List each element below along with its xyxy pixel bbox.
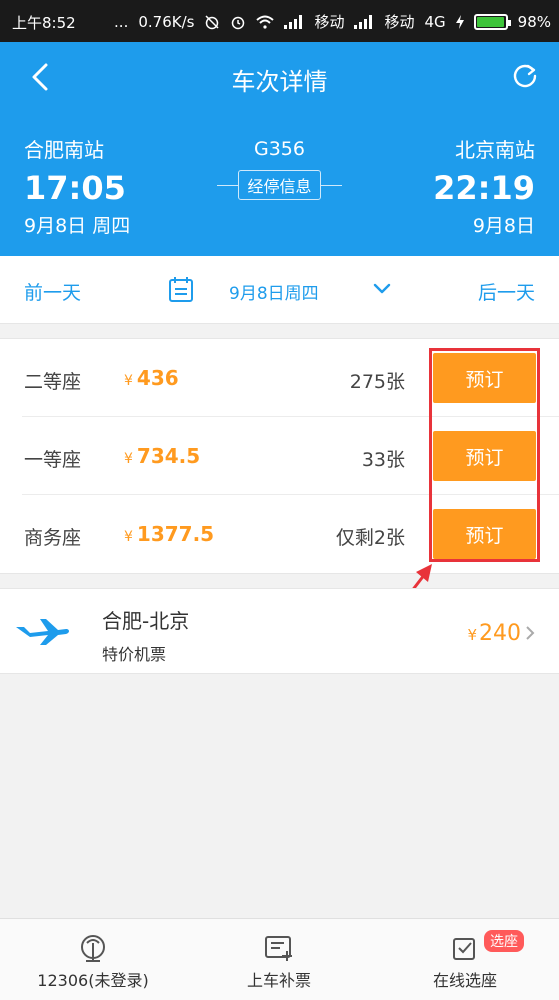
page-title: 车次详情 <box>231 68 328 96</box>
refresh-icon[interactable] <box>511 62 539 90</box>
railway-logo-icon <box>81 935 105 962</box>
currency-symbol: ¥ <box>124 529 133 545</box>
stop-line-left <box>217 184 240 186</box>
battery-percent: 98% <box>517 12 551 31</box>
status-bar: 上午8:52 ... 0.76K/s 移动 移动 4G 98% <box>0 0 559 42</box>
seat-price-value: 734.5 <box>136 444 201 468</box>
seat-count: 33张 <box>361 449 405 471</box>
wifi-icon <box>256 15 275 29</box>
chevron-down-icon[interactable] <box>373 283 391 295</box>
current-date[interactable]: 9月8日周四 <box>229 279 319 304</box>
chevron-right-icon <box>526 626 535 640</box>
flight-price: ¥240 <box>467 621 521 646</box>
date-selector: 前一天 9月8日周四 后一天 <box>0 256 559 324</box>
arrival-block: 北京南站 22:19 9月8日 <box>433 134 535 238</box>
flight-promo[interactable]: 合肥-北京 特价机票 ¥240 <box>0 588 559 674</box>
seat-price-value: 436 <box>136 366 179 390</box>
carrier-2: 移动 <box>384 13 415 31</box>
flight-route: 合肥-北京 <box>102 609 190 633</box>
ticket-add-icon <box>265 936 292 961</box>
status-time: 上午8:52 <box>12 14 76 32</box>
calendar-icon[interactable] <box>168 275 194 303</box>
arrive-date: 9月8日 <box>472 215 535 237</box>
net-speed: 0.76K/s <box>138 12 195 31</box>
status-dots: ... <box>114 12 129 31</box>
flight-subtitle: 特价机票 <box>102 645 167 664</box>
depart-date: 9月8日 周四 <box>24 215 131 237</box>
train-header: 车次详情 合肥南站 17:05 9月8日 周四 G356 经停信息 北京南站 2… <box>0 42 559 256</box>
tab-online-seat[interactable]: 在线选座 <box>372 919 558 1000</box>
airplane-icon <box>16 619 69 645</box>
alarm-off-icon <box>205 14 219 29</box>
currency-symbol: ¥ <box>467 626 477 644</box>
signal-icon-2 <box>354 14 373 29</box>
stop-info-button[interactable]: 经停信息 <box>238 170 321 200</box>
seat-price-value: 1377.5 <box>136 522 215 546</box>
next-day-button[interactable]: 后一天 <box>478 278 535 305</box>
prev-day-button[interactable]: 前一天 <box>24 278 81 305</box>
seat-price: ¥734.5 <box>124 444 200 468</box>
network-type: 4G <box>424 12 446 31</box>
seat-price: ¥1377.5 <box>124 522 214 546</box>
currency-symbol: ¥ <box>124 373 133 389</box>
seat-class: 一等座 <box>24 449 82 471</box>
seat-count: 275张 <box>349 371 405 393</box>
to-station: 北京南站 <box>455 138 535 162</box>
tab-label: 12306(未登录) <box>37 971 149 990</box>
tab-label: 上车补票 <box>246 971 311 990</box>
seat-price: ¥436 <box>124 366 179 390</box>
tab-12306[interactable]: 12306(未登录) <box>0 919 186 1000</box>
charging-icon <box>455 14 464 29</box>
flight-price-value: 240 <box>479 621 521 646</box>
status-right: ... 0.76K/s 移动 移动 4G 98% <box>114 11 551 32</box>
stop-line-right <box>319 184 342 186</box>
currency-symbol: ¥ <box>124 451 133 467</box>
seat-select-icon <box>453 938 475 960</box>
seat-count: 仅剩2张 <box>335 527 405 549</box>
highlight-box <box>429 348 540 562</box>
tab-supplement-ticket[interactable]: 上车补票 <box>186 919 372 1000</box>
tab-label: 在线选座 <box>432 971 497 990</box>
seat-badge: 选座 <box>484 930 524 952</box>
bottom-tab-bar: 12306(未登录) 上车补票 在线选座 <box>0 918 559 1000</box>
alarm-icon <box>232 16 245 29</box>
seat-class: 二等座 <box>24 371 82 393</box>
carrier-1: 移动 <box>314 13 345 31</box>
signal-icon <box>284 14 303 29</box>
seat-class: 商务座 <box>24 527 82 549</box>
arrive-time: 22:19 <box>433 169 535 207</box>
battery-icon <box>473 13 511 30</box>
